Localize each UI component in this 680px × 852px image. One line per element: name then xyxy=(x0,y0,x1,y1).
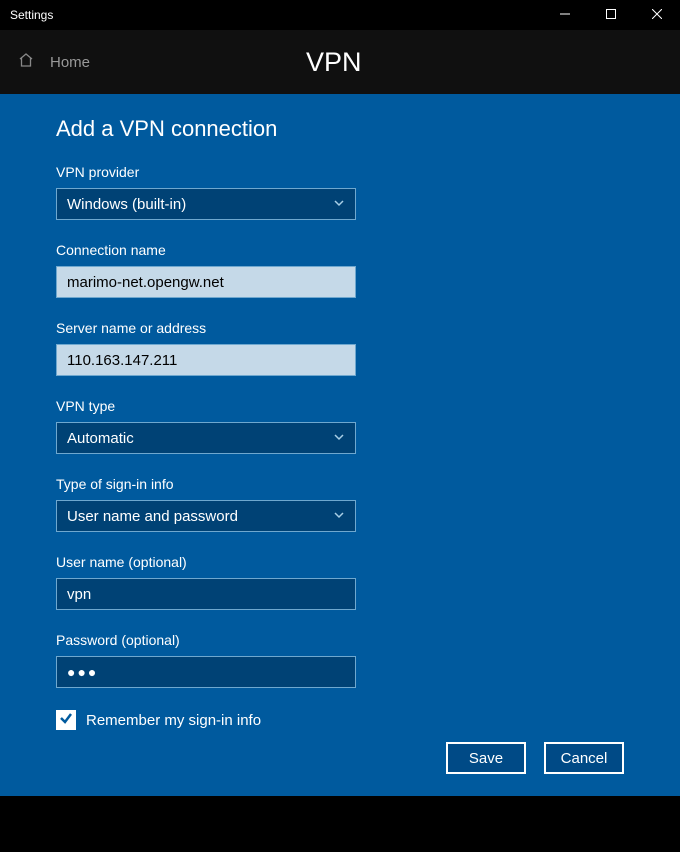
maximize-icon xyxy=(606,6,616,24)
checkbox-box xyxy=(56,710,76,730)
button-label: Save xyxy=(469,750,503,767)
input-connection-name[interactable]: marimo-net.opengw.net xyxy=(56,266,356,298)
field-password: Password (optional) ●●● xyxy=(56,632,624,688)
input-value: vpn xyxy=(67,586,91,603)
dropdown-value: Automatic xyxy=(67,430,134,447)
label-server-address: Server name or address xyxy=(56,320,624,336)
label-vpn-provider: VPN provider xyxy=(56,164,624,180)
home-label: Home xyxy=(50,54,90,71)
input-value: ●●● xyxy=(67,664,98,680)
field-signin-type: Type of sign-in info User name and passw… xyxy=(56,476,624,532)
cancel-button[interactable]: Cancel xyxy=(544,742,624,774)
input-value: 110.163.147.211 xyxy=(67,352,177,369)
label-username: User name (optional) xyxy=(56,554,624,570)
button-label: Cancel xyxy=(561,750,608,767)
window-title: Settings xyxy=(10,8,53,22)
chevron-down-icon xyxy=(333,508,345,525)
save-button[interactable]: Save xyxy=(446,742,526,774)
label-password: Password (optional) xyxy=(56,632,624,648)
input-server-address[interactable]: 110.163.147.211 xyxy=(56,344,356,376)
label-signin-type: Type of sign-in info xyxy=(56,476,624,492)
dropdown-value: User name and password xyxy=(67,508,238,525)
dropdown-signin-type[interactable]: User name and password xyxy=(56,500,356,532)
checkbox-label: Remember my sign-in info xyxy=(86,712,261,729)
titlebar: Settings xyxy=(0,0,680,30)
dropdown-value: Windows (built-in) xyxy=(67,196,186,213)
input-value: marimo-net.opengw.net xyxy=(67,274,224,291)
dialog-title: Add a VPN connection xyxy=(56,116,624,142)
add-vpn-dialog: Add a VPN connection VPN provider Window… xyxy=(0,94,680,796)
dropdown-vpn-type[interactable]: Automatic xyxy=(56,422,356,454)
minimize-icon xyxy=(560,6,570,24)
settings-window: Settings Home xyxy=(0,0,680,852)
field-vpn-provider: VPN provider Windows (built-in) xyxy=(56,164,624,220)
close-button[interactable] xyxy=(634,0,680,30)
background-bottom xyxy=(0,796,680,852)
field-vpn-type: VPN type Automatic xyxy=(56,398,624,454)
field-username: User name (optional) vpn xyxy=(56,554,624,610)
chevron-down-icon xyxy=(333,430,345,447)
header-bar: Home VPN xyxy=(0,30,680,94)
input-password[interactable]: ●●● xyxy=(56,656,356,688)
nav-home[interactable]: Home xyxy=(0,30,284,94)
minimize-button[interactable] xyxy=(542,0,588,30)
checkbox-remember[interactable]: Remember my sign-in info xyxy=(56,710,624,730)
maximize-button[interactable] xyxy=(588,0,634,30)
close-icon xyxy=(652,6,662,24)
input-username[interactable]: vpn xyxy=(56,578,356,610)
page-title: VPN xyxy=(284,47,362,78)
field-server-address: Server name or address 110.163.147.211 xyxy=(56,320,624,376)
label-vpn-type: VPN type xyxy=(56,398,624,414)
chevron-down-icon xyxy=(333,196,345,213)
dropdown-vpn-provider[interactable]: Windows (built-in) xyxy=(56,188,356,220)
field-connection-name: Connection name marimo-net.opengw.net xyxy=(56,242,624,298)
label-connection-name: Connection name xyxy=(56,242,624,258)
window-controls xyxy=(542,0,680,30)
checkmark-icon xyxy=(59,711,73,730)
dialog-button-bar: Save Cancel xyxy=(446,742,624,774)
home-icon xyxy=(18,52,34,73)
